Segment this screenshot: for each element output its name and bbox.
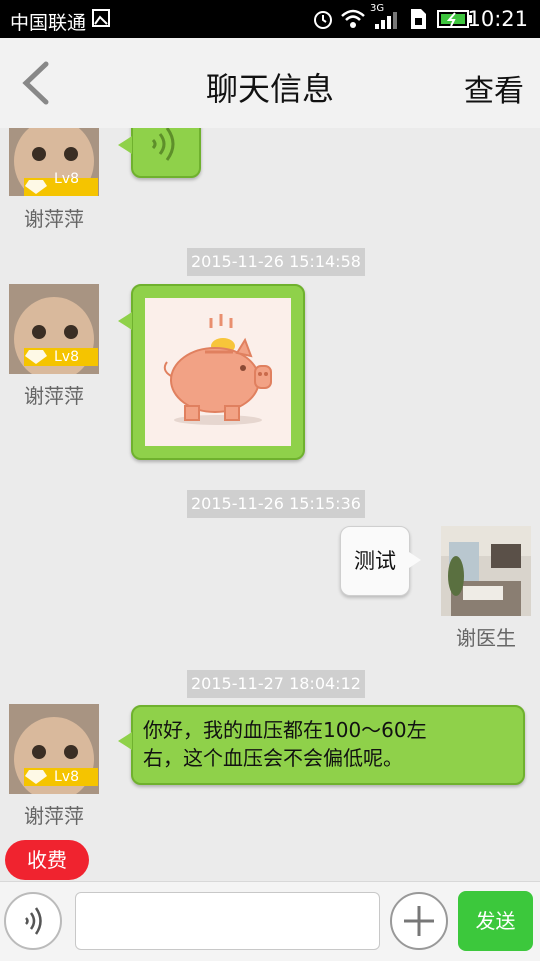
level-badge: Lv8 bbox=[54, 171, 79, 187]
doctor-avatar[interactable] bbox=[441, 526, 531, 616]
level-badge: Lv8 bbox=[54, 349, 79, 365]
message-text: 测试 bbox=[354, 549, 396, 573]
sim-icon bbox=[408, 8, 428, 35]
carrier-label: 中国联通 bbox=[10, 12, 87, 34]
view-button[interactable]: 查看 bbox=[464, 66, 524, 110]
bubble-tail bbox=[118, 732, 132, 750]
message-timestamp: 2015-11-26 15:15:36 bbox=[187, 490, 365, 518]
gallery-notification-icon bbox=[92, 9, 110, 32]
message-text-line: 你好，我的血压都在100～60左 bbox=[143, 718, 427, 742]
top-nav-bar: 聊天信息 查看 bbox=[0, 38, 540, 128]
doctor-name: 谢医生 bbox=[456, 626, 516, 650]
voice-wave-icon bbox=[151, 128, 175, 161]
signal-icon bbox=[374, 10, 398, 35]
text-message-bubble[interactable]: 测试 bbox=[340, 526, 410, 596]
attach-button[interactable] bbox=[390, 892, 448, 950]
alarm-icon bbox=[312, 8, 334, 35]
image-message-bubble[interactable] bbox=[131, 284, 305, 460]
bubble-tail bbox=[409, 552, 421, 568]
message-text-line: 右，这个血压会不会偏低呢。 bbox=[143, 746, 403, 770]
message-input-bar: 发送 bbox=[0, 881, 540, 961]
level-badge: Lv8 bbox=[54, 769, 79, 785]
bubble-tail bbox=[118, 312, 132, 330]
message-timestamp: 2015-11-26 15:14:58 bbox=[187, 248, 365, 276]
wifi-icon bbox=[340, 8, 366, 35]
voice-message-bubble[interactable] bbox=[131, 128, 201, 178]
text-message-bubble[interactable]: 你好，我的血压都在100～60左 右，这个血压会不会偏低呢。 bbox=[131, 705, 525, 785]
clock: 10:21 bbox=[467, 7, 528, 31]
sender-name: 谢萍萍 bbox=[24, 384, 84, 408]
sender-name: 谢萍萍 bbox=[24, 207, 84, 231]
fee-button[interactable]: 收费 bbox=[5, 840, 89, 880]
plus-icon bbox=[404, 906, 434, 936]
status-bar: 中国联通 3G 10:21 bbox=[0, 0, 540, 38]
piggy-bank-image bbox=[145, 298, 291, 446]
message-text-input[interactable] bbox=[75, 892, 380, 950]
message-timestamp: 2015-11-27 18:04:12 bbox=[187, 670, 365, 698]
bubble-tail bbox=[118, 136, 132, 154]
voice-wave-icon bbox=[25, 907, 42, 935]
send-button[interactable]: 发送 bbox=[458, 891, 533, 951]
chat-message-list[interactable]: Lv8 谢萍萍 2015-11-26 15:14:58 Lv8 谢萍萍 2015… bbox=[0, 128, 540, 881]
piggy-bank-icon bbox=[163, 314, 272, 425]
page-title: 聊天信息 bbox=[205, 70, 334, 108]
sender-name: 谢萍萍 bbox=[24, 804, 84, 828]
voice-input-button[interactable] bbox=[4, 892, 62, 950]
